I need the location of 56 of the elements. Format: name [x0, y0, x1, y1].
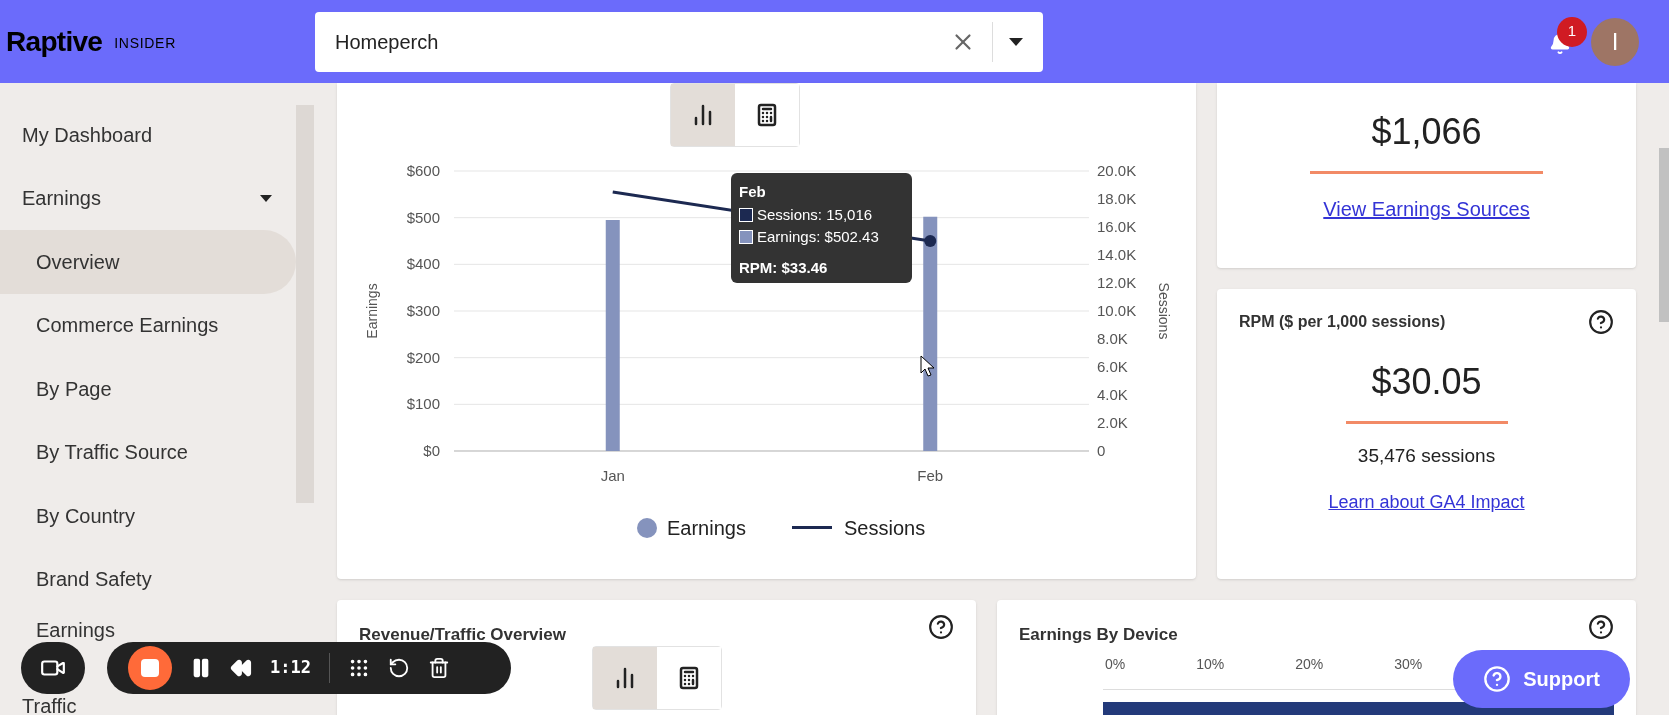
avatar[interactable]: I [1591, 17, 1639, 66]
sidebar-item[interactable]: Brand Safety [0, 547, 296, 611]
axis-tick-label: $200 [406, 348, 440, 366]
card-title: RPM ($ per 1,000 sessions) [1239, 312, 1447, 332]
sessions-total: 35,476 sessions [1356, 444, 1497, 468]
axis-tick-label: $600 [406, 162, 440, 179]
axis-tick-label: 14.0K [1097, 246, 1137, 263]
axis-tick-label: Jan [600, 467, 625, 484]
support-button[interactable]: Support [1453, 650, 1630, 708]
sidebar-item[interactable]: By Traffic Source [0, 420, 296, 484]
sidebar-item[interactable]: My Dashboard [0, 103, 296, 167]
axis-tick-label: 18.0K [1097, 190, 1137, 207]
axis-tick-label: 8.0K [1097, 330, 1128, 347]
axis-title: Earnings [364, 283, 380, 339]
axis-tick-label: $0 [423, 442, 440, 459]
axis-tick-label: 20.0K [1097, 162, 1137, 179]
axis-tick-label: 30% [1394, 654, 1423, 674]
sidebar-item[interactable]: Earnings [0, 166, 296, 230]
card-title: Revenue/Traffic Overview [359, 624, 567, 646]
axis-tick-label: $400 [406, 255, 440, 273]
axis-tick-label: 0 [1097, 442, 1106, 459]
axis-tick-label: 12.0K [1097, 274, 1137, 291]
site-name: Homeperch [335, 29, 440, 55]
axis-tick-label: 10.0K [1097, 302, 1137, 319]
legend-label[interactable]: Earnings [667, 517, 746, 539]
sidebar-item[interactable]: Commerce Earnings [0, 293, 296, 357]
tooltip-value: Sessions: 15,016 [757, 204, 873, 225]
axis-tick-label: 16.0K [1097, 218, 1137, 235]
axis-tick-label: $100 [406, 395, 440, 413]
logo[interactable]: Raptive [6, 20, 103, 63]
sidebar-item[interactable]: By Page [0, 357, 296, 421]
recording-time: 1:12 [270, 656, 311, 680]
logo-subtitle: INSIDER [114, 34, 176, 53]
axis-tick-label: $300 [406, 302, 440, 319]
axis-tick-label: 4.0K [1097, 386, 1128, 403]
axis-tick-label: Feb [917, 467, 944, 484]
axis-tick-label: 0% [1105, 654, 1126, 674]
rpm-value: $30.05 [1370, 360, 1483, 404]
axis-tick-label: 6.0K [1097, 358, 1128, 375]
earnings-sources-link[interactable]: View Earnings Sources [1323, 194, 1530, 224]
sidebar-item[interactable]: Overview [0, 230, 296, 294]
notification-badge: 1 [1557, 16, 1587, 47]
earnings-total: $1,066 [1371, 110, 1482, 154]
sidebar-item[interactable]: By Country [0, 484, 296, 548]
axis-tick-label: 2.0K [1097, 414, 1128, 431]
ga4-impact-link[interactable]: Learn about GA4 Impact [1328, 488, 1525, 516]
axis-title: Sessions [1156, 282, 1172, 340]
legend-label[interactable]: Sessions [844, 517, 926, 539]
tooltip-rpm: RPM: $33.46 [739, 257, 829, 278]
tooltip-title: Feb [739, 182, 767, 202]
axis-tick-label: 10% [1196, 654, 1225, 674]
site-selector[interactable]: Homeperch [315, 11, 1043, 72]
axis-tick-label: 20% [1295, 654, 1324, 674]
axis-tick-label: $500 [406, 208, 440, 226]
card-title: Earnings By Device [1019, 624, 1179, 646]
tooltip-value: Earnings: $502.43 [757, 227, 879, 247]
